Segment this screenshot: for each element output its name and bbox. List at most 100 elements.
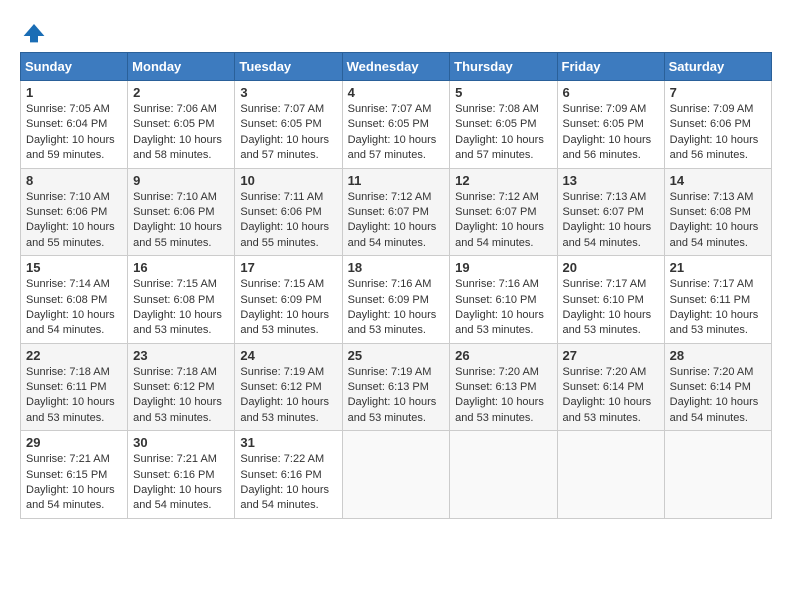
day-number: 2 xyxy=(133,85,229,100)
day-info: Sunrise: 7:19 AM Sunset: 6:13 PM Dayligh… xyxy=(348,365,445,427)
calendar-cell xyxy=(557,431,664,519)
day-header-tuesday: Tuesday xyxy=(235,53,342,81)
day-number: 24 xyxy=(240,348,336,363)
day-info: Sunrise: 7:17 AM Sunset: 6:10 PM Dayligh… xyxy=(563,277,659,339)
day-info: Sunrise: 7:21 AM Sunset: 6:16 PM Dayligh… xyxy=(133,452,229,514)
logo-icon xyxy=(22,20,46,44)
day-info: Sunrise: 7:14 AM Sunset: 6:08 PM Dayligh… xyxy=(26,277,122,339)
day-info: Sunrise: 7:21 AM Sunset: 6:15 PM Dayligh… xyxy=(26,452,122,514)
calendar-cell: 2 Sunrise: 7:06 AM Sunset: 6:05 PM Dayli… xyxy=(128,81,235,169)
day-number: 19 xyxy=(455,260,551,275)
calendar-cell xyxy=(664,431,771,519)
day-number: 22 xyxy=(26,348,122,363)
calendar-cell: 21 Sunrise: 7:17 AM Sunset: 6:11 PM Dayl… xyxy=(664,256,771,344)
day-header-wednesday: Wednesday xyxy=(342,53,450,81)
calendar-cell: 12 Sunrise: 7:12 AM Sunset: 6:07 PM Dayl… xyxy=(450,168,557,256)
day-info: Sunrise: 7:09 AM Sunset: 6:05 PM Dayligh… xyxy=(563,102,659,164)
day-info: Sunrise: 7:20 AM Sunset: 6:14 PM Dayligh… xyxy=(563,365,659,427)
calendar-cell: 29 Sunrise: 7:21 AM Sunset: 6:15 PM Dayl… xyxy=(21,431,128,519)
day-info: Sunrise: 7:10 AM Sunset: 6:06 PM Dayligh… xyxy=(133,190,229,252)
calendar-cell xyxy=(450,431,557,519)
day-number: 23 xyxy=(133,348,229,363)
calendar-week-3: 15 Sunrise: 7:14 AM Sunset: 6:08 PM Dayl… xyxy=(21,256,772,344)
day-info: Sunrise: 7:13 AM Sunset: 6:07 PM Dayligh… xyxy=(563,190,659,252)
calendar-week-5: 29 Sunrise: 7:21 AM Sunset: 6:15 PM Dayl… xyxy=(21,431,772,519)
day-number: 3 xyxy=(240,85,336,100)
calendar-cell: 17 Sunrise: 7:15 AM Sunset: 6:09 PM Dayl… xyxy=(235,256,342,344)
calendar-cell: 18 Sunrise: 7:16 AM Sunset: 6:09 PM Dayl… xyxy=(342,256,450,344)
day-info: Sunrise: 7:15 AM Sunset: 6:09 PM Dayligh… xyxy=(240,277,336,339)
day-number: 14 xyxy=(670,173,766,188)
calendar-cell: 13 Sunrise: 7:13 AM Sunset: 6:07 PM Dayl… xyxy=(557,168,664,256)
day-info: Sunrise: 7:07 AM Sunset: 6:05 PM Dayligh… xyxy=(240,102,336,164)
calendar-cell: 26 Sunrise: 7:20 AM Sunset: 6:13 PM Dayl… xyxy=(450,343,557,431)
page-header xyxy=(20,20,772,44)
day-number: 29 xyxy=(26,435,122,450)
calendar-cell: 30 Sunrise: 7:21 AM Sunset: 6:16 PM Dayl… xyxy=(128,431,235,519)
day-number: 13 xyxy=(563,173,659,188)
calendar-cell xyxy=(342,431,450,519)
calendar-cell: 22 Sunrise: 7:18 AM Sunset: 6:11 PM Dayl… xyxy=(21,343,128,431)
calendar-cell: 19 Sunrise: 7:16 AM Sunset: 6:10 PM Dayl… xyxy=(450,256,557,344)
day-header-sunday: Sunday xyxy=(21,53,128,81)
calendar-cell: 1 Sunrise: 7:05 AM Sunset: 6:04 PM Dayli… xyxy=(21,81,128,169)
calendar-cell: 24 Sunrise: 7:19 AM Sunset: 6:12 PM Dayl… xyxy=(235,343,342,431)
calendar-week-1: 1 Sunrise: 7:05 AM Sunset: 6:04 PM Dayli… xyxy=(21,81,772,169)
logo xyxy=(20,20,46,44)
day-number: 20 xyxy=(563,260,659,275)
calendar-cell: 7 Sunrise: 7:09 AM Sunset: 6:06 PM Dayli… xyxy=(664,81,771,169)
day-number: 26 xyxy=(455,348,551,363)
day-number: 25 xyxy=(348,348,445,363)
day-number: 28 xyxy=(670,348,766,363)
day-number: 9 xyxy=(133,173,229,188)
calendar-cell: 25 Sunrise: 7:19 AM Sunset: 6:13 PM Dayl… xyxy=(342,343,450,431)
day-number: 27 xyxy=(563,348,659,363)
day-info: Sunrise: 7:18 AM Sunset: 6:12 PM Dayligh… xyxy=(133,365,229,427)
day-info: Sunrise: 7:15 AM Sunset: 6:08 PM Dayligh… xyxy=(133,277,229,339)
day-info: Sunrise: 7:19 AM Sunset: 6:12 PM Dayligh… xyxy=(240,365,336,427)
day-number: 30 xyxy=(133,435,229,450)
calendar-cell: 9 Sunrise: 7:10 AM Sunset: 6:06 PM Dayli… xyxy=(128,168,235,256)
day-header-thursday: Thursday xyxy=(450,53,557,81)
calendar-cell: 16 Sunrise: 7:15 AM Sunset: 6:08 PM Dayl… xyxy=(128,256,235,344)
day-number: 21 xyxy=(670,260,766,275)
calendar-header-row: SundayMondayTuesdayWednesdayThursdayFrid… xyxy=(21,53,772,81)
day-info: Sunrise: 7:20 AM Sunset: 6:14 PM Dayligh… xyxy=(670,365,766,427)
day-info: Sunrise: 7:16 AM Sunset: 6:10 PM Dayligh… xyxy=(455,277,551,339)
calendar-cell: 23 Sunrise: 7:18 AM Sunset: 6:12 PM Dayl… xyxy=(128,343,235,431)
day-number: 18 xyxy=(348,260,445,275)
day-header-saturday: Saturday xyxy=(664,53,771,81)
calendar-cell: 27 Sunrise: 7:20 AM Sunset: 6:14 PM Dayl… xyxy=(557,343,664,431)
calendar-cell: 31 Sunrise: 7:22 AM Sunset: 6:16 PM Dayl… xyxy=(235,431,342,519)
day-number: 31 xyxy=(240,435,336,450)
calendar-cell: 5 Sunrise: 7:08 AM Sunset: 6:05 PM Dayli… xyxy=(450,81,557,169)
calendar-cell: 6 Sunrise: 7:09 AM Sunset: 6:05 PM Dayli… xyxy=(557,81,664,169)
day-number: 15 xyxy=(26,260,122,275)
day-info: Sunrise: 7:22 AM Sunset: 6:16 PM Dayligh… xyxy=(240,452,336,514)
day-info: Sunrise: 7:16 AM Sunset: 6:09 PM Dayligh… xyxy=(348,277,445,339)
calendar-cell: 28 Sunrise: 7:20 AM Sunset: 6:14 PM Dayl… xyxy=(664,343,771,431)
calendar-cell: 15 Sunrise: 7:14 AM Sunset: 6:08 PM Dayl… xyxy=(21,256,128,344)
day-header-friday: Friday xyxy=(557,53,664,81)
day-number: 10 xyxy=(240,173,336,188)
day-number: 8 xyxy=(26,173,122,188)
calendar-week-4: 22 Sunrise: 7:18 AM Sunset: 6:11 PM Dayl… xyxy=(21,343,772,431)
calendar-cell: 14 Sunrise: 7:13 AM Sunset: 6:08 PM Dayl… xyxy=(664,168,771,256)
day-info: Sunrise: 7:12 AM Sunset: 6:07 PM Dayligh… xyxy=(455,190,551,252)
day-number: 11 xyxy=(348,173,445,188)
day-number: 1 xyxy=(26,85,122,100)
day-info: Sunrise: 7:17 AM Sunset: 6:11 PM Dayligh… xyxy=(670,277,766,339)
day-info: Sunrise: 7:20 AM Sunset: 6:13 PM Dayligh… xyxy=(455,365,551,427)
day-number: 12 xyxy=(455,173,551,188)
day-number: 6 xyxy=(563,85,659,100)
day-info: Sunrise: 7:11 AM Sunset: 6:06 PM Dayligh… xyxy=(240,190,336,252)
day-info: Sunrise: 7:13 AM Sunset: 6:08 PM Dayligh… xyxy=(670,190,766,252)
day-header-monday: Monday xyxy=(128,53,235,81)
day-info: Sunrise: 7:08 AM Sunset: 6:05 PM Dayligh… xyxy=(455,102,551,164)
day-number: 17 xyxy=(240,260,336,275)
calendar-cell: 4 Sunrise: 7:07 AM Sunset: 6:05 PM Dayli… xyxy=(342,81,450,169)
calendar-week-2: 8 Sunrise: 7:10 AM Sunset: 6:06 PM Dayli… xyxy=(21,168,772,256)
calendar-cell: 8 Sunrise: 7:10 AM Sunset: 6:06 PM Dayli… xyxy=(21,168,128,256)
day-info: Sunrise: 7:07 AM Sunset: 6:05 PM Dayligh… xyxy=(348,102,445,164)
day-number: 7 xyxy=(670,85,766,100)
